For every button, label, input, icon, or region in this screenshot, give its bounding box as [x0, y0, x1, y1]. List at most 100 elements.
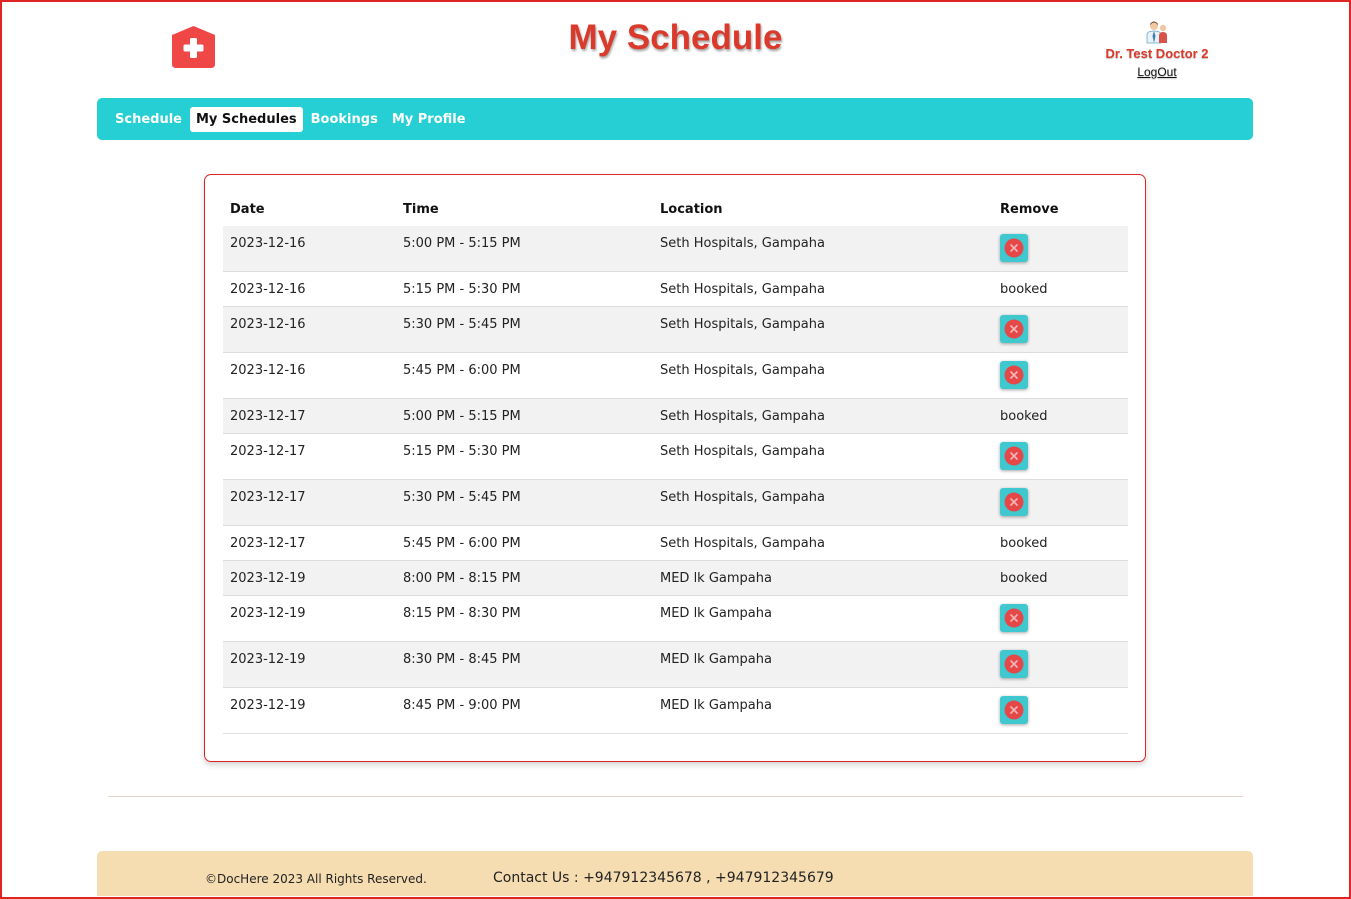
remove-slot-button[interactable] [1000, 442, 1028, 470]
schedule-card: Date Time Location Remove 2023-12-16 5:00… [204, 174, 1146, 762]
cell-location: Seth Hospitals, Gampaha [653, 226, 993, 272]
remove-slot-button[interactable] [1000, 315, 1028, 343]
cell-location: Seth Hospitals, Gampaha [653, 433, 993, 480]
remove-slot-button[interactable] [1000, 696, 1028, 724]
cell-remove [993, 687, 1128, 734]
cell-time: 5:45 PM - 6:00 PM [396, 525, 653, 561]
cell-date: 2023-12-16 [223, 226, 396, 272]
cell-time: 8:00 PM - 8:15 PM [396, 560, 653, 596]
nav-item-my-profile[interactable]: My Profile [386, 107, 472, 132]
table-row: 2023-12-19 8:00 PM - 8:15 PM MED lk Gampah… [223, 560, 1128, 596]
remove-slot-button[interactable] [1000, 361, 1028, 389]
cell-time: 5:15 PM - 5:30 PM [396, 271, 653, 307]
cell-date: 2023-12-16 [223, 306, 396, 353]
cell-location: Seth Hospitals, Gampaha [653, 479, 993, 526]
copyright-text: ©DocHere 2023 All Rights Reserved. [205, 872, 427, 886]
cell-remove [993, 479, 1128, 526]
booked-label: booked [1000, 536, 1048, 551]
close-circle-icon [1004, 492, 1024, 512]
table-row: 2023-12-17 5:45 PM - 6:00 PM Seth Hospital… [223, 525, 1128, 561]
nav-item-bookings[interactable]: Bookings [305, 107, 384, 132]
footer: ©DocHere 2023 All Rights Reserved. Conta… [97, 851, 1253, 896]
close-circle-icon [1004, 608, 1024, 628]
cell-remove [993, 595, 1128, 642]
cell-date: 2023-12-19 [223, 641, 396, 688]
remove-slot-button[interactable] [1000, 604, 1028, 632]
cell-time: 5:15 PM - 5:30 PM [396, 433, 653, 480]
header-date: Date [230, 202, 265, 217]
cell-date: 2023-12-19 [223, 560, 396, 596]
contact-text: Contact Us : +947912345678 , +9479123456… [493, 870, 834, 886]
nav-item-my-schedules[interactable]: My Schedules [189, 106, 303, 132]
cell-location: Seth Hospitals, Gampaha [653, 398, 993, 434]
schedule-table-body: 2023-12-16 5:00 PM - 5:15 PM Seth Hospital… [223, 226, 1128, 734]
cell-time: 5:30 PM - 5:45 PM [396, 479, 653, 526]
table-row: 2023-12-17 5:30 PM - 5:45 PM Seth Hospital… [223, 479, 1128, 526]
logout-link[interactable]: LogOut [1137, 65, 1176, 79]
table-row: 2023-12-16 5:30 PM - 5:45 PM Seth Hospital… [223, 306, 1128, 353]
cell-date: 2023-12-19 [223, 687, 396, 734]
header-location: Location [660, 202, 723, 217]
booked-label: booked [1000, 282, 1048, 297]
cell-location: MED lk Gampaha [653, 595, 993, 642]
remove-slot-button[interactable] [1000, 650, 1028, 678]
remove-slot-button[interactable] [1000, 234, 1028, 262]
cell-location: MED lk Gampaha [653, 687, 993, 734]
header-time: Time [403, 202, 439, 217]
table-row: 2023-12-16 5:45 PM - 6:00 PM Seth Hospital… [223, 352, 1128, 399]
cell-remove [993, 641, 1128, 688]
table-row: 2023-12-19 8:45 PM - 9:00 PM MED lk Gampah… [223, 687, 1128, 734]
close-circle-icon [1004, 365, 1024, 385]
table-row: 2023-12-16 5:15 PM - 5:30 PM Seth Hospital… [223, 271, 1128, 307]
cell-time: 5:00 PM - 5:15 PM [396, 226, 653, 272]
table-row: 2023-12-19 8:30 PM - 8:45 PM MED lk Gampah… [223, 641, 1128, 688]
cell-location: Seth Hospitals, Gampaha [653, 306, 993, 353]
cell-remove: booked [993, 398, 1128, 434]
cell-remove [993, 226, 1128, 272]
table-row: 2023-12-19 8:15 PM - 8:30 PM MED lk Gampah… [223, 595, 1128, 642]
cell-date: 2023-12-17 [223, 433, 396, 480]
table-row: 2023-12-17 5:15 PM - 5:30 PM Seth Hospital… [223, 433, 1128, 480]
cell-remove: booked [993, 525, 1128, 561]
footer-divider [108, 796, 1243, 797]
table-header-row: Date Time Location Remove [223, 193, 1128, 226]
user-name: Dr. Test Doctor 2 [1105, 46, 1209, 61]
close-circle-icon [1004, 654, 1024, 674]
cell-location: Seth Hospitals, Gampaha [653, 352, 993, 399]
close-circle-icon [1004, 700, 1024, 720]
cell-remove [993, 306, 1128, 353]
close-circle-icon [1004, 238, 1024, 258]
cell-time: 8:15 PM - 8:30 PM [396, 595, 653, 642]
cell-time: 8:30 PM - 8:45 PM [396, 641, 653, 688]
cell-remove [993, 433, 1128, 480]
booked-label: booked [1000, 409, 1048, 424]
user-box: Dr. Test Doctor 2 LogOut [1088, 20, 1226, 80]
cell-location: MED lk Gampaha [653, 560, 993, 596]
cell-date: 2023-12-17 [223, 398, 396, 434]
close-circle-icon [1004, 319, 1024, 339]
cell-time: 5:00 PM - 5:15 PM [396, 398, 653, 434]
doctor-avatar-icon [1146, 21, 1167, 44]
cell-location: Seth Hospitals, Gampaha [653, 525, 993, 561]
cell-remove [993, 352, 1128, 399]
cell-date: 2023-12-17 [223, 525, 396, 561]
table-row: 2023-12-16 5:00 PM - 5:15 PM Seth Hospital… [223, 226, 1128, 272]
cell-date: 2023-12-16 [223, 352, 396, 399]
cell-date: 2023-12-16 [223, 271, 396, 307]
schedule-table: Date Time Location Remove 2023-12-16 5:00… [223, 193, 1128, 734]
cell-date: 2023-12-17 [223, 479, 396, 526]
cell-time: 5:30 PM - 5:45 PM [396, 306, 653, 353]
table-row: 2023-12-17 5:00 PM - 5:15 PM Seth Hospital… [223, 398, 1128, 434]
cell-time: 5:45 PM - 6:00 PM [396, 352, 653, 399]
cell-location: MED lk Gampaha [653, 641, 993, 688]
booked-label: booked [1000, 571, 1048, 586]
remove-slot-button[interactable] [1000, 488, 1028, 516]
cell-remove: booked [993, 560, 1128, 596]
close-circle-icon [1004, 446, 1024, 466]
header-remove: Remove [1000, 202, 1059, 217]
nav-item-schedule[interactable]: Schedule [109, 107, 188, 132]
cell-date: 2023-12-19 [223, 595, 396, 642]
main-nav: Schedule My Schedules Bookings My Profil… [97, 98, 1253, 140]
cell-time: 8:45 PM - 9:00 PM [396, 687, 653, 734]
cell-location: Seth Hospitals, Gampaha [653, 271, 993, 307]
